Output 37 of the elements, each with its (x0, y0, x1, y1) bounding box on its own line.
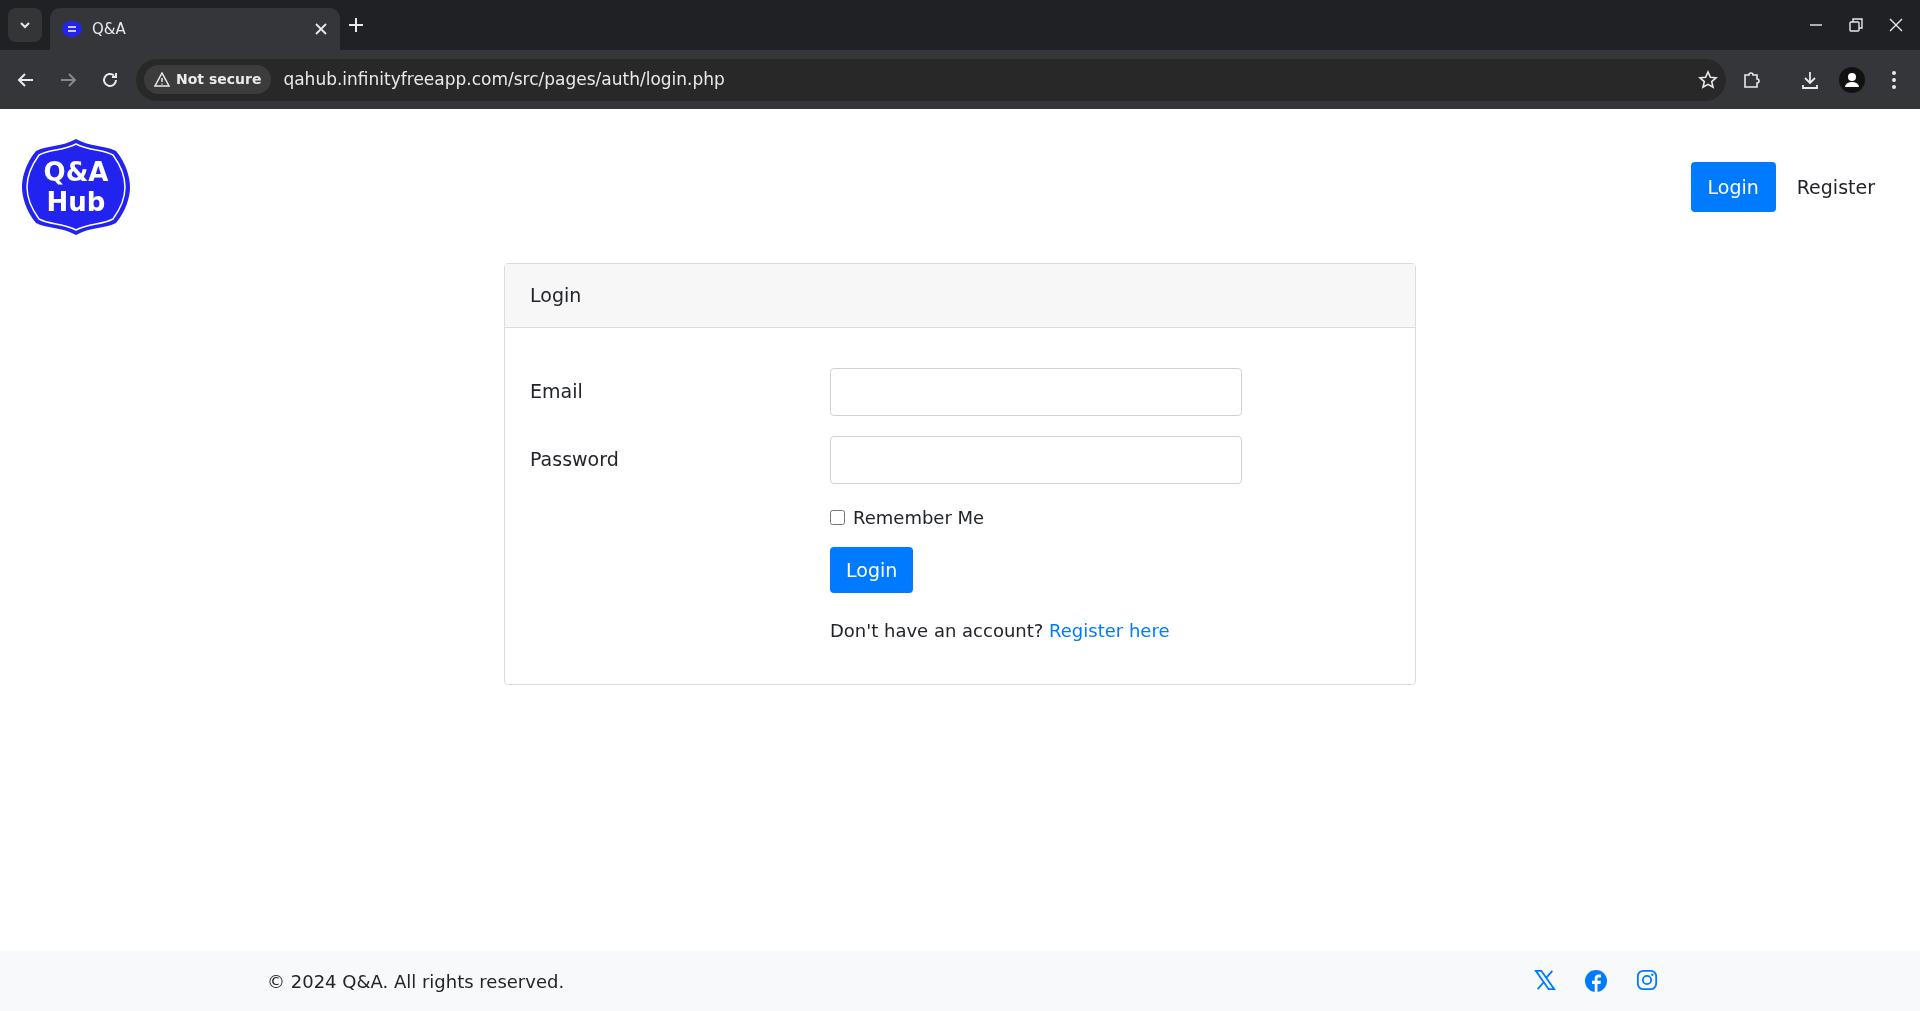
login-button[interactable]: Login (830, 546, 914, 593)
menu-icon[interactable] (1891, 69, 1897, 90)
remember-checkbox[interactable] (830, 509, 845, 525)
new-tab-icon[interactable] (348, 17, 364, 33)
address-bar[interactable]: Not secure qahub.infinityfreeapp.com/src/pages/auth/login.php (136, 58, 1726, 101)
download-icon[interactable] (1800, 69, 1820, 90)
back-icon[interactable] (17, 70, 35, 89)
nav-link[interactable]: Register (1779, 161, 1892, 213)
nav-link[interactable]: Login (1690, 161, 1776, 213)
warning-icon (154, 72, 170, 87)
register-prompt: Don't have an account? (830, 620, 1044, 641)
logo[interactable]: Q&A Hub (20, 137, 132, 237)
browser-tab[interactable]: Q&A (50, 8, 340, 50)
forward-icon[interactable] (59, 70, 77, 89)
field-label: Password (530, 447, 620, 473)
close-icon[interactable] (1888, 17, 1904, 33)
url-text: qahub.infinityfreeapp.com/src/pages/auth/login.php (283, 67, 726, 91)
profile-icon[interactable] (1839, 66, 1865, 93)
field-label: Email (530, 379, 584, 405)
star-icon[interactable] (1698, 69, 1718, 90)
register-link[interactable]: Register here (1049, 620, 1170, 641)
tab-list-button[interactable] (8, 8, 42, 42)
tab-title: Q&A (92, 18, 127, 40)
email-field[interactable] (830, 367, 1242, 416)
close-icon[interactable] (314, 22, 328, 36)
favicon-icon (62, 21, 82, 37)
x-logo-icon[interactable] (1534, 969, 1556, 993)
password-field[interactable] (830, 435, 1242, 484)
extensions-icon[interactable] (1742, 69, 1762, 90)
restore-icon[interactable] (1848, 17, 1864, 33)
copyright-text: © 2024 Q&A. All rights reserved. (267, 969, 565, 994)
security-chip[interactable]: Not secure (144, 65, 272, 94)
checkbox-label: Remember Me (853, 505, 985, 530)
facebook-icon[interactable] (1584, 969, 1608, 993)
reload-icon[interactable] (101, 70, 119, 89)
instagram-icon[interactable] (1636, 969, 1658, 993)
card-title: Login (530, 284, 582, 306)
